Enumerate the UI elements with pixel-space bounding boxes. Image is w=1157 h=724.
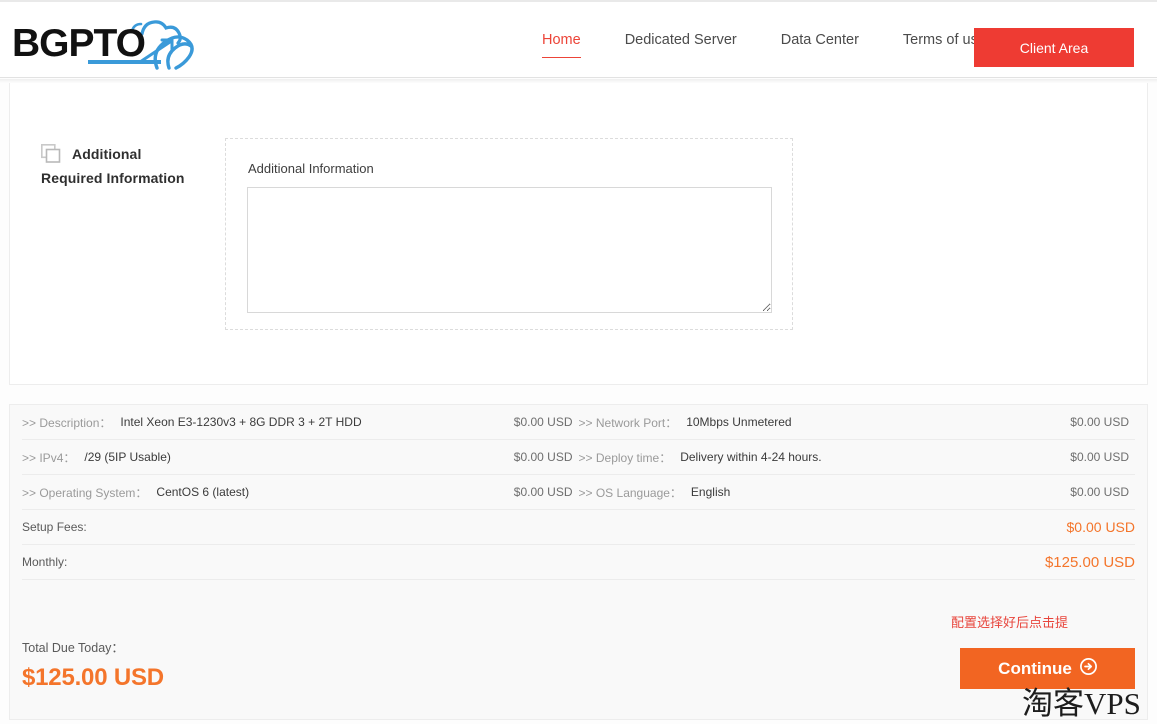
client-area-button[interactable]: Client Area [974, 28, 1134, 67]
summary-key: >> Description： [22, 415, 112, 430]
summary-value: /29 (5IP Usable) [84, 450, 171, 464]
summary-cell-description: >> Description： Intel Xeon E3-1230v3 + 8… [22, 414, 579, 431]
table-row: >> Operating System： CentOS 6 (latest) $… [22, 475, 1135, 510]
fee-row-monthly: Monthly: $125.00 USD [22, 545, 1135, 580]
summary-value: 10Mbps Unmetered [686, 415, 792, 429]
page-root: BGPTO Home Dedicated Server Data Center … [0, 0, 1157, 724]
nav-item-home[interactable]: Home [520, 29, 603, 58]
summary-price: $0.00 USD [513, 415, 573, 429]
summary-price: $0.00 USD [513, 485, 573, 499]
bgpto-logo[interactable]: BGPTO [10, 12, 225, 70]
summary-price: $0.00 USD [1070, 415, 1129, 429]
continue-button[interactable]: Continue [960, 648, 1135, 689]
watermark: 淘客VPS [1022, 686, 1141, 721]
monthly-value: $125.00 USD [1044, 553, 1135, 571]
summary-key: >> Network Port： [578, 415, 678, 430]
setup-fees-value: $0.00 USD [1066, 519, 1135, 535]
additional-field-container: Additional Information [225, 138, 793, 330]
additional-info-panel: Additional Required Information Addition… [9, 83, 1148, 385]
nav-item-data-center-label: Data Center [780, 32, 859, 48]
summary-value: Delivery within 4-24 hours. [680, 450, 822, 464]
svg-text:BGPTO: BGPTO [12, 22, 145, 65]
additional-info-heading: Additional Required Information [41, 144, 226, 186]
summary-cell-os-language: >> OS Language： English $0.00 USD [579, 484, 1136, 501]
nav-item-data-center[interactable]: Data Center [759, 29, 881, 51]
summary-key: >> OS Language： [578, 485, 682, 500]
table-row: >> IPv4： /29 (5IP Usable) $0.00 USD >> D… [22, 440, 1135, 475]
additional-information-label: Additional Information [248, 161, 374, 176]
annotation-text: 配置选择好后点击提 [951, 615, 1069, 630]
fee-row-setup: Setup Fees: $0.00 USD [22, 510, 1135, 545]
summary-key: >> IPv4： [22, 450, 76, 465]
summary-price: $0.00 USD [513, 450, 573, 464]
additional-title-line2: Required Information [41, 170, 185, 186]
summary-cell-operating-system: >> Operating System： CentOS 6 (latest) $… [22, 484, 579, 501]
nav-item-home-label: Home [542, 32, 581, 48]
additional-information-input[interactable] [247, 187, 772, 313]
summary-value: Intel Xeon E3-1230v3 + 8G DDR 3 + 2T HDD [120, 415, 362, 429]
setup-fees-label: Setup Fees: [22, 520, 87, 534]
summary-cell-ipv4: >> IPv4： /29 (5IP Usable) $0.00 USD [22, 449, 579, 466]
arrow-circle-right-icon [1079, 657, 1097, 680]
summary-price: $0.00 USD [1070, 485, 1129, 499]
total-due-today-label: Total Due Today： [22, 641, 124, 655]
summary-value: English [690, 485, 731, 499]
table-row: >> Description： Intel Xeon E3-1230v3 + 8… [22, 405, 1135, 440]
summary-key: >> Operating System： [22, 485, 148, 500]
summary-value: CentOS 6 (latest) [156, 485, 250, 499]
nav-item-dedicated-server[interactable]: Dedicated Server [603, 29, 759, 51]
nav-item-dedicated-server-label: Dedicated Server [624, 32, 737, 48]
summary-cell-network-port: >> Network Port： 10Mbps Unmetered $0.00 … [579, 414, 1136, 431]
summary-key: >> Deploy time： [578, 450, 672, 465]
additional-title-line1: Additional [72, 146, 142, 162]
summary-cell-deploy-time: >> Deploy time： Delivery within 4-24 hou… [579, 449, 1136, 466]
continue-button-label: Continue [998, 658, 1072, 678]
total-due-today: Total Due Today： $125.00 USD [22, 637, 164, 692]
monthly-label: Monthly: [22, 555, 68, 569]
layers-icon [41, 144, 63, 164]
main-navigation: Home Dedicated Server Data Center Terms … [520, 2, 1008, 78]
summary-price: $0.00 USD [1070, 450, 1129, 464]
total-due-today-value: $125.00 USD [22, 664, 164, 691]
site-header: BGPTO Home Dedicated Server Data Center … [0, 2, 1157, 78]
